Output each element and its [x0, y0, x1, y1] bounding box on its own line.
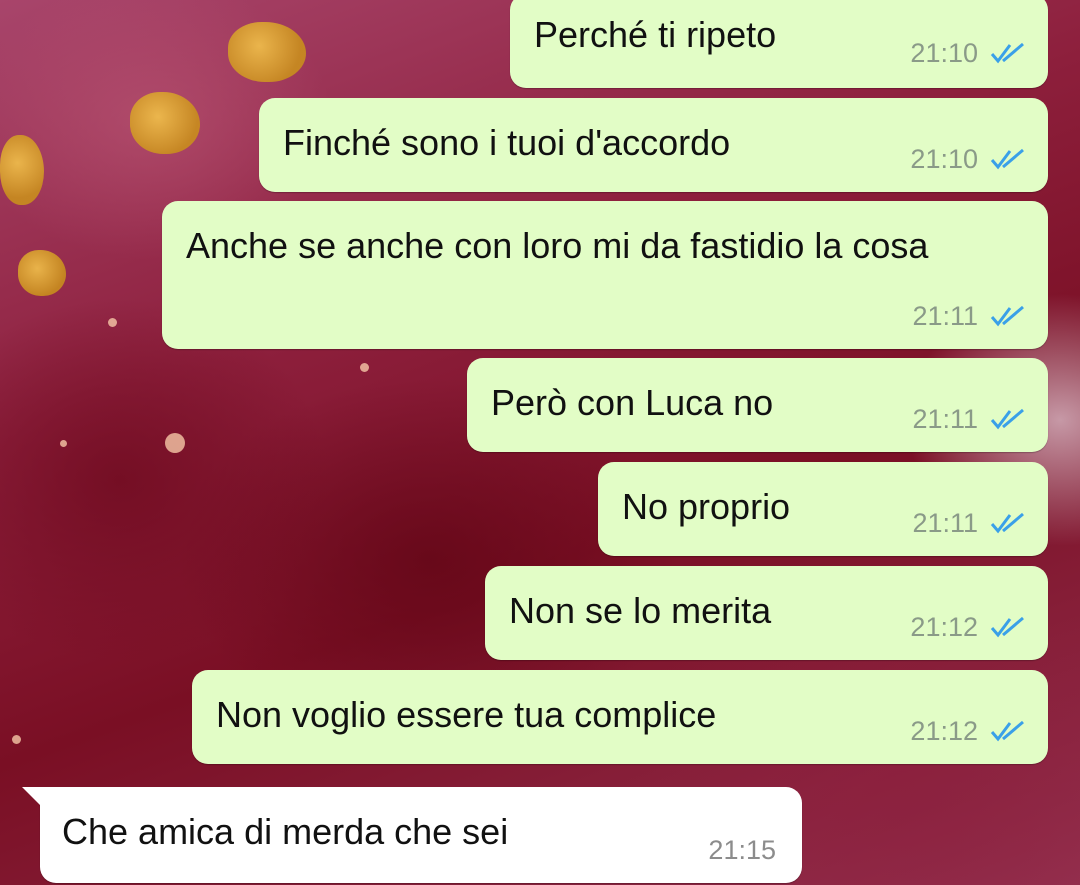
message-meta: 21:11 [912, 301, 1026, 331]
message-meta: 21:10 [910, 38, 1026, 68]
double-check-icon [990, 616, 1024, 638]
message-text: Anche se anche con loro mi da fastidio l… [186, 225, 929, 266]
wallpaper-dot [108, 318, 117, 327]
message-text: Che amica di merda che sei [62, 811, 509, 852]
message-bubble-outgoing[interactable]: Anche se anche con loro mi da fastidio l… [162, 201, 1048, 349]
message-time: 21:15 [708, 835, 776, 865]
wallpaper-gold-fleck [0, 135, 44, 205]
message-text: Finché sono i tuoi d'accordo [283, 122, 731, 163]
message-bubble-outgoing[interactable]: Finché sono i tuoi d'accordo 21:10 [259, 98, 1048, 192]
double-check-icon [990, 148, 1024, 170]
message-bubble-incoming[interactable]: Che amica di merda che sei 21:15 [22, 787, 802, 883]
message-text: Non voglio essere tua complice [216, 694, 717, 735]
message-time: 21:11 [912, 508, 978, 538]
message-time: 21:10 [910, 144, 978, 174]
message-time: 21:12 [910, 716, 978, 746]
message-bubble-outgoing[interactable]: Non se lo merita 21:12 [485, 566, 1048, 660]
wallpaper-dot [12, 735, 21, 744]
bubble-tail [22, 787, 44, 809]
double-check-icon [990, 720, 1024, 742]
message-meta: 21:11 [912, 508, 1026, 538]
message-meta: 21:15 [708, 835, 776, 865]
message-meta: 21:10 [910, 144, 1026, 174]
message-text: No proprio [622, 486, 791, 527]
message-text: Però con Luca no [491, 382, 774, 423]
message-meta: 21:12 [910, 716, 1026, 746]
message-text: Perché ti ripeto [534, 14, 777, 55]
message-time: 21:11 [912, 404, 978, 434]
double-check-icon [990, 512, 1024, 534]
message-bubble-outgoing[interactable]: Però con Luca no 21:11 [467, 358, 1048, 452]
double-check-icon [990, 408, 1024, 430]
wallpaper-gold-fleck [130, 92, 200, 154]
wallpaper-dot [60, 440, 67, 447]
message-bubble-outgoing[interactable]: Perché ti ripeto 21:10 [510, 0, 1048, 88]
message-time: 21:12 [910, 612, 978, 642]
message-time: 21:10 [910, 38, 978, 68]
message-bubble-outgoing[interactable]: No proprio 21:11 [598, 462, 1048, 556]
wallpaper-gold-fleck [18, 250, 66, 296]
wallpaper-gold-fleck [228, 22, 306, 82]
double-check-icon [990, 305, 1024, 327]
wallpaper-dot [165, 433, 185, 453]
message-bubble-outgoing[interactable]: Non voglio essere tua complice 21:12 [192, 670, 1048, 764]
message-meta: 21:11 [912, 404, 1026, 434]
message-meta: 21:12 [910, 612, 1026, 642]
double-check-icon [990, 42, 1024, 64]
message-time: 21:11 [912, 301, 978, 331]
wallpaper-dot [360, 363, 369, 372]
message-text: Non se lo merita [509, 590, 772, 631]
